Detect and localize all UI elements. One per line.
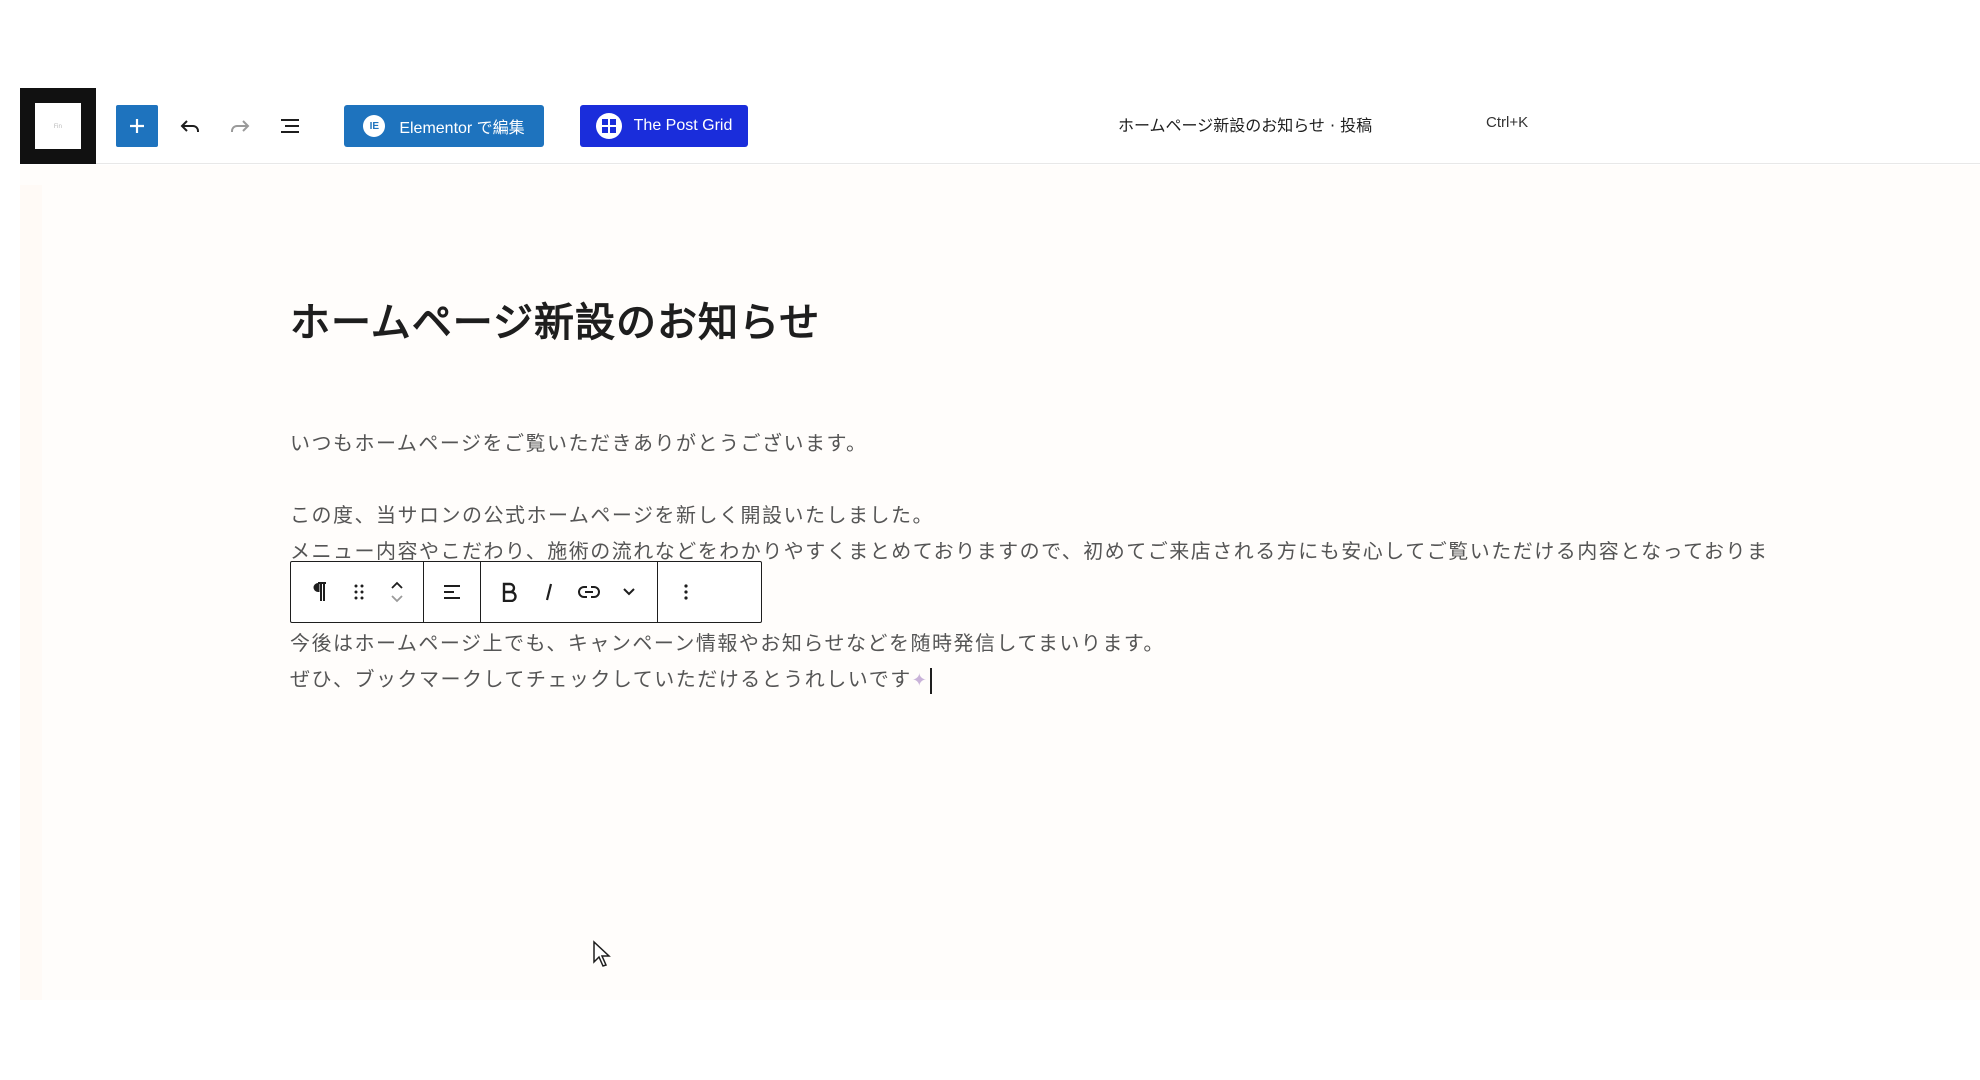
more-vertical-icon: [684, 584, 688, 600]
align-left-icon: [444, 585, 460, 599]
paragraph-block[interactable]: この度、当サロンの公式ホームページを新しく開設いたしました。: [290, 499, 934, 528]
bold-icon: [502, 582, 517, 602]
post-grid-icon: [595, 113, 622, 139]
list-view-icon: [281, 119, 299, 133]
editor-header: Fin IE Elementor で編集 The Post Grid ホームペー…: [20, 88, 1980, 164]
paragraph-block[interactable]: メニュー内容やこだわり、施術の流れなどをわかりやすくまとめておりますので、初めて…: [290, 535, 1769, 564]
text-caret: [930, 667, 933, 694]
site-logo-button[interactable]: Fin: [20, 88, 96, 164]
block-toolbar: [290, 561, 762, 623]
undo-button[interactable]: [170, 104, 210, 148]
edit-with-elementor-button[interactable]: IE Elementor で編集: [344, 105, 544, 147]
options-group: [658, 562, 714, 622]
elementor-button-label: Elementor で編集: [399, 120, 525, 137]
the-post-grid-button[interactable]: The Post Grid: [580, 105, 748, 147]
command-palette-shortcut[interactable]: Ctrl+K: [1486, 114, 1528, 131]
format-group: [481, 562, 658, 622]
add-block-button[interactable]: [116, 105, 158, 147]
site-logo-icon: Fin: [35, 103, 81, 149]
redo-icon: [231, 120, 250, 132]
sparkle-emoji-icon: ✦: [911, 670, 929, 691]
pilcrow-icon: [313, 582, 326, 601]
chevron-down-icon: [623, 588, 635, 596]
paragraph-block-switcher[interactable]: [299, 562, 339, 622]
bold-button[interactable]: [489, 562, 529, 622]
italic-button[interactable]: [529, 562, 569, 622]
block-type-group: [291, 562, 424, 622]
chevron-up-icon[interactable]: [389, 580, 405, 590]
plus-icon: [130, 119, 144, 133]
post-title[interactable]: ホームページ新設のお知らせ: [290, 290, 820, 348]
post-grid-button-label: The Post Grid: [633, 117, 733, 134]
paragraph-block[interactable]: 今後はホームページ上でも、キャンペーン情報やお知らせなどを随時発信してまいります…: [290, 627, 1165, 656]
italic-icon: [545, 583, 553, 601]
block-options-button[interactable]: [666, 562, 706, 622]
document-title-bar[interactable]: ホームページ新設のお知らせ · 投稿: [1118, 112, 1372, 136]
link-icon: [578, 586, 600, 598]
paragraph-block-active[interactable]: ぜひ、ブックマークしてチェックしていただけるとうれしいです✦: [290, 663, 933, 694]
paragraph-block[interactable]: いつもホームページをご覧いただきありがとうございます。: [290, 427, 868, 456]
more-formatting-button[interactable]: [609, 562, 649, 622]
undo-icon: [180, 120, 199, 132]
link-button[interactable]: [569, 562, 609, 622]
drag-handle[interactable]: [339, 562, 379, 622]
alignment-group: [424, 562, 481, 622]
mouse-pointer-icon: [593, 940, 611, 967]
list-view-button[interactable]: [270, 104, 310, 148]
redo-button[interactable]: [220, 104, 260, 148]
drag-handle-icon: [354, 584, 364, 600]
paragraph-text: ぜひ、ブックマークしてチェックしていただけるとうれしいです: [290, 667, 912, 691]
align-text-button[interactable]: [432, 562, 472, 622]
chevron-down-icon[interactable]: [389, 594, 405, 604]
block-mover: [379, 562, 415, 622]
canvas-edge: [20, 185, 42, 1000]
elementor-icon: IE: [363, 115, 386, 137]
